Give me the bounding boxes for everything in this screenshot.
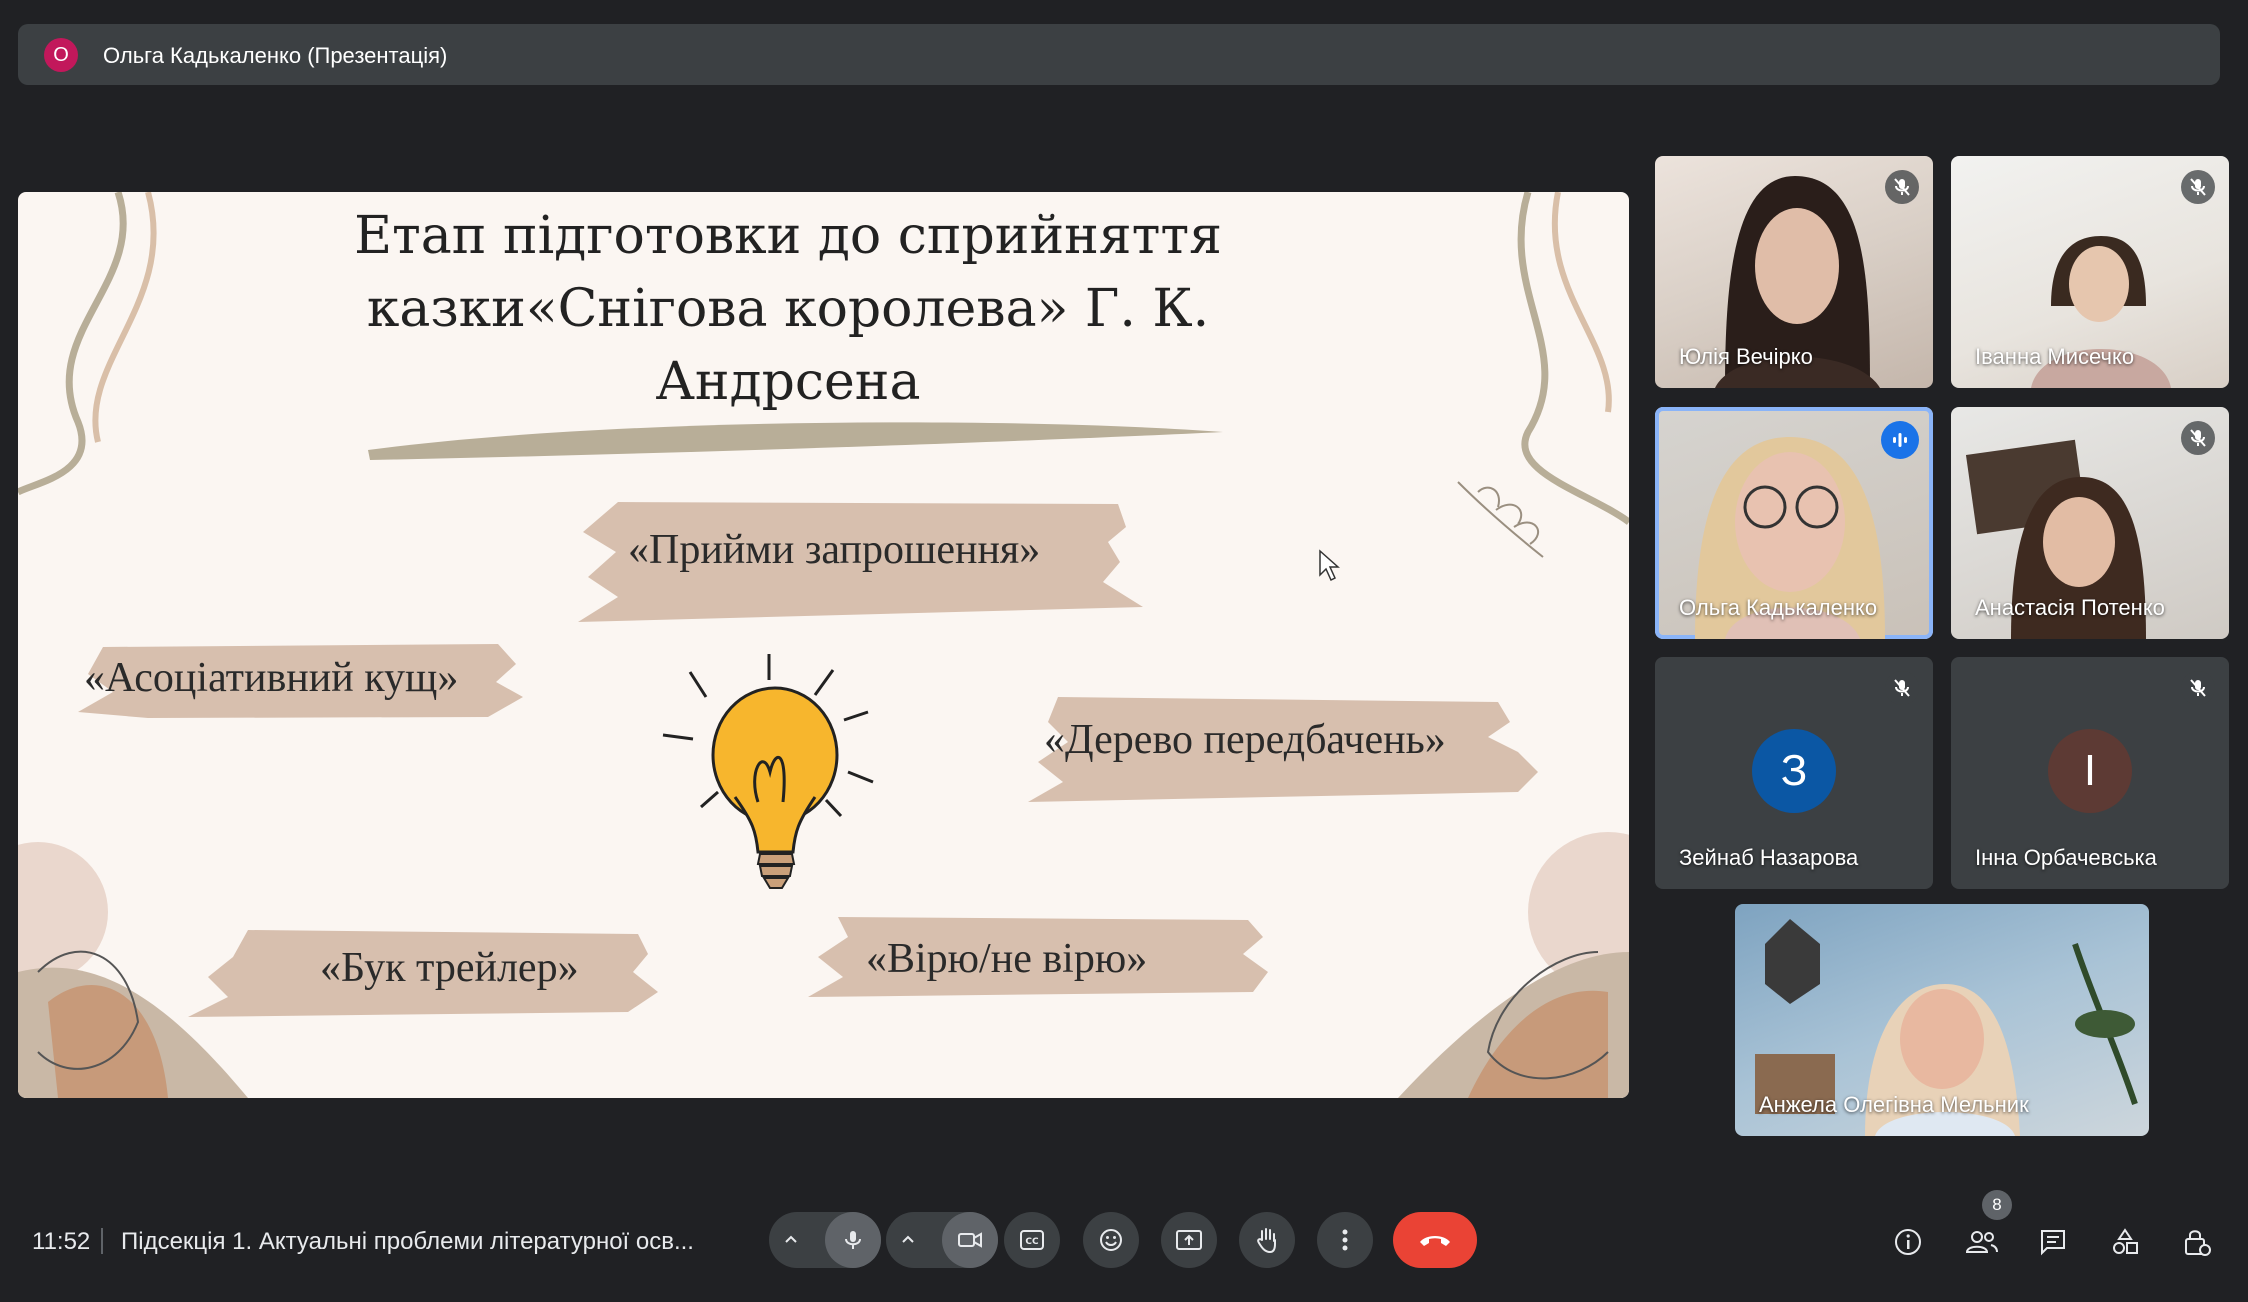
info-icon bbox=[1895, 1229, 1921, 1255]
participant-name: Інна Орбачевська bbox=[1975, 845, 2157, 870]
raise-hand-button[interactable] bbox=[1239, 1212, 1295, 1268]
people-icon bbox=[1965, 1231, 1998, 1253]
mic-icon bbox=[845, 1231, 861, 1249]
activities-icon bbox=[2113, 1228, 2138, 1254]
leave-call-icon bbox=[1420, 1236, 1450, 1246]
meeting-title: Підсекція 1. Актуальні проблеми літерату… bbox=[121, 1228, 694, 1255]
participant-name: Анжела Олегівна Мельник bbox=[1759, 1092, 2029, 1117]
camera-button[interactable] bbox=[942, 1212, 998, 1268]
more-options-button[interactable] bbox=[1317, 1212, 1373, 1268]
slide-title-line-1: Етап підготовки до сприйняття bbox=[354, 206, 1222, 266]
present-button[interactable] bbox=[1161, 1212, 1217, 1268]
mic-options-chevron-icon[interactable] bbox=[769, 1212, 813, 1268]
more-icon bbox=[1342, 1229, 1348, 1251]
svg-text:CC: CC bbox=[1025, 1237, 1039, 1247]
chat-button[interactable] bbox=[2029, 1218, 2077, 1266]
camera-group bbox=[886, 1212, 998, 1268]
activities-button[interactable] bbox=[2101, 1218, 2149, 1266]
participant-tile[interactable]: З Зейнаб Назарова bbox=[1655, 657, 1933, 889]
speaking-indicator-icon bbox=[1881, 421, 1919, 459]
camera-icon bbox=[958, 1232, 982, 1248]
presenter-bar: О Ольга Кадькаленко (Презентація) bbox=[18, 24, 2220, 85]
avatar: І bbox=[2048, 729, 2132, 813]
mic-off-icon bbox=[1885, 170, 1919, 204]
mic-off-icon bbox=[2181, 421, 2215, 455]
presentation-slide: Етап підготовки до сприйняття казки«Сніг… bbox=[18, 192, 1629, 1098]
slide-title-line-2: казки«Снігова королева» Г. К. bbox=[366, 279, 1210, 339]
participant-tile-active-speaker[interactable]: Ольга Кадькаленко bbox=[1655, 407, 1933, 639]
separator bbox=[101, 1228, 103, 1254]
emoji-icon bbox=[1100, 1229, 1122, 1251]
participant-tile[interactable]: Іванна Мисечко bbox=[1951, 156, 2229, 388]
participant-name: Юлія Вечірко bbox=[1679, 344, 1813, 369]
chat-icon bbox=[2041, 1230, 2065, 1256]
presenter-avatar: О bbox=[44, 38, 78, 72]
mic-off-icon bbox=[2181, 671, 2215, 705]
mic-button[interactable] bbox=[825, 1212, 881, 1268]
phrase-invite: «Прийми запрошення» bbox=[628, 527, 1041, 573]
presenter-label: Ольга Кадькаленко (Презентація) bbox=[103, 43, 448, 68]
emoji-button[interactable] bbox=[1083, 1212, 1139, 1268]
host-controls-button[interactable] bbox=[2173, 1218, 2221, 1266]
mic-off-icon bbox=[1885, 671, 1919, 705]
phrase-assoc: «Асоціативний кущ» bbox=[84, 655, 459, 701]
participant-name: Анастасія Потенко bbox=[1975, 595, 2165, 620]
phrase-book: «Бук трейлер» bbox=[320, 945, 579, 991]
cursor-icon bbox=[1319, 549, 1340, 582]
phrase-believe: «Вірю/не вірю» bbox=[866, 936, 1148, 982]
participant-tile[interactable]: І Інна Орбачевська bbox=[1951, 657, 2229, 889]
people-count-badge: 8 bbox=[1982, 1190, 2012, 1220]
camera-options-chevron-icon[interactable] bbox=[886, 1212, 930, 1268]
participant-tile[interactable]: Анастасія Потенко bbox=[1951, 407, 2229, 639]
captions-icon: CC bbox=[1020, 1230, 1044, 1250]
participant-tile[interactable]: Юлія Вечірко bbox=[1655, 156, 1933, 388]
lightbulb-icon bbox=[662, 654, 874, 889]
participant-name: Зейнаб Назарова bbox=[1679, 845, 1859, 870]
mic-group bbox=[769, 1212, 881, 1268]
control-bar: 11:52 Підсекція 1. Актуальні проблеми лі… bbox=[0, 1190, 2248, 1290]
host-controls-icon bbox=[2185, 1230, 2211, 1256]
captions-button[interactable]: CC bbox=[1004, 1212, 1060, 1268]
slide-title: Етап підготовки до сприйняття казки«Сніг… bbox=[318, 200, 1258, 419]
participant-name: Іванна Мисечко bbox=[1975, 344, 2135, 369]
clock: 11:52 bbox=[32, 1228, 91, 1255]
avatar: З bbox=[1752, 729, 1836, 813]
participant-name: Ольга Кадькаленко bbox=[1679, 595, 1878, 620]
mic-off-icon bbox=[2181, 170, 2215, 204]
slide-title-line-3: Андрсена bbox=[655, 352, 921, 412]
leave-call-button[interactable] bbox=[1393, 1212, 1477, 1268]
people-button[interactable] bbox=[1958, 1218, 2006, 1266]
meeting-info-button[interactable] bbox=[1884, 1218, 1932, 1266]
participant-tile[interactable]: Анжела Олегівна Мельник bbox=[1735, 904, 2149, 1136]
raise-hand-icon bbox=[1257, 1228, 1276, 1254]
present-icon bbox=[1176, 1230, 1202, 1250]
phrase-tree: «Дерево передбачень» bbox=[1044, 717, 1446, 763]
